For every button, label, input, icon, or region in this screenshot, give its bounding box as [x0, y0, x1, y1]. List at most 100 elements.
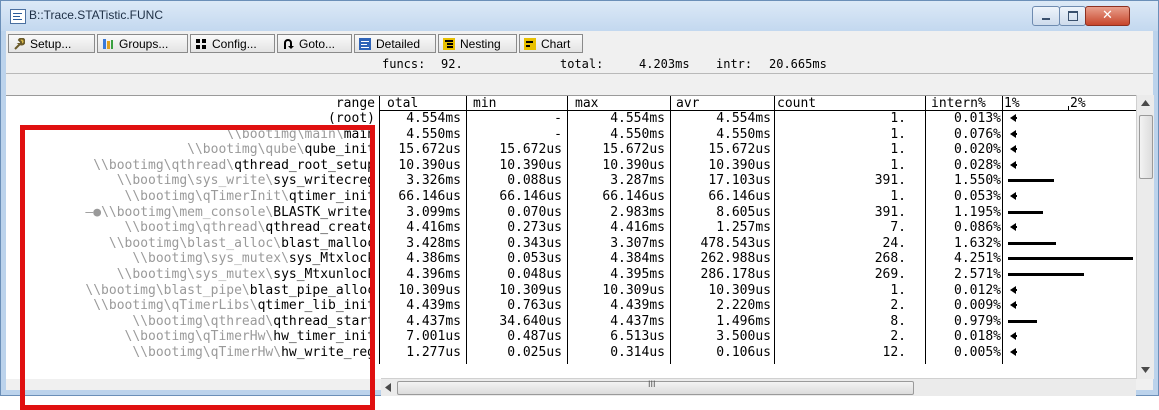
horizontal-scrollbar[interactable]: III [381, 378, 1136, 396]
column-divider[interactable] [1002, 96, 1003, 364]
minimize-button[interactable] [1032, 6, 1060, 26]
horizontal-scroll-thumb[interactable]: III [397, 379, 914, 395]
min-cell: 34.640us [499, 313, 562, 329]
total-cell: 66.146us [398, 189, 461, 204]
total-cell: 3.428ms [406, 235, 461, 251]
column-header-min[interactable]: min [473, 96, 496, 111]
min-cell: 0.070us [507, 204, 562, 220]
max-cell: 2.983ms [610, 204, 665, 220]
column-divider[interactable] [567, 96, 568, 364]
column-header-max[interactable]: max [575, 96, 598, 111]
avr-cell: 262.988us [700, 251, 771, 267]
count-cell: 268. [874, 251, 906, 267]
scroll-down-icon[interactable] [1141, 367, 1150, 373]
total-cell: 4.439ms [406, 298, 461, 314]
intern-arrow-stem [1013, 351, 1017, 353]
intern-arrow-stem [1013, 163, 1017, 166]
intern-bar [1008, 257, 1134, 261]
intern-cell: 0.086% [954, 220, 1001, 236]
chart-label: Chart [541, 37, 571, 51]
column-header-avr[interactable]: avr [676, 96, 699, 111]
max-cell: 4.439ms [610, 298, 665, 314]
max-cell: 4.437ms [610, 313, 665, 329]
trace-statistic-window: B::Trace.STATistic.FUNC ✕ Setup... Group… [0, 0, 1159, 410]
column-divider[interactable] [466, 96, 467, 364]
total-cell: 1.277us [406, 345, 461, 360]
setup-label: Setup... [30, 37, 72, 51]
scale-tick [1068, 106, 1069, 111]
intern-cell: 0.013% [954, 111, 1001, 126]
vertical-scrollbar[interactable] [1136, 95, 1154, 379]
config-label: Config... [212, 37, 257, 51]
intern-arrow-stem [1013, 304, 1017, 307]
column-header-total[interactable]: otal [387, 96, 418, 111]
column-divider[interactable] [925, 96, 926, 364]
min-cell: 0.048us [507, 267, 562, 282]
groups-button[interactable]: Groups... [97, 34, 188, 53]
min-cell: 10.390us [499, 157, 562, 173]
goto-label: Goto... [299, 37, 336, 51]
detailed-button[interactable]: Detailed [354, 34, 436, 53]
total-cell: 4.550ms [406, 126, 461, 142]
close-button[interactable]: ✕ [1085, 6, 1130, 26]
avr-cell: 17.103us [708, 173, 771, 189]
config-button[interactable]: Config... [190, 34, 275, 53]
intern-bar [1008, 241, 1057, 245]
toolbar: Setup... Groups... Config... Goto... Det… [6, 31, 1153, 57]
total-cell: 7.001us [406, 329, 461, 345]
column-divider[interactable] [379, 96, 380, 364]
total-cell: 4.437ms [406, 313, 461, 329]
count-cell: 1. [890, 142, 906, 158]
count-cell: 24. [882, 235, 906, 251]
max-cell: 4.550ms [610, 126, 665, 142]
scroll-left-icon[interactable] [385, 383, 391, 392]
title-bar[interactable]: B::Trace.STATistic.FUNC ✕ [1, 1, 1158, 31]
intr-value: 20.665ms [769, 57, 827, 71]
max-cell: 10.309us [602, 282, 665, 298]
avr-cell: 4.550ms [716, 126, 771, 142]
total-cell: 10.309us [398, 282, 461, 298]
goto-button[interactable]: Goto... [277, 34, 352, 53]
intern-cell: 1.195% [954, 204, 1001, 220]
count-cell: 1. [890, 126, 906, 142]
chart-icon [524, 38, 536, 50]
total-cell: 4.554ms [406, 111, 461, 126]
intern-cell: 1.632% [954, 235, 1001, 251]
column-divider[interactable] [670, 96, 671, 364]
intern-cell: 2.571% [954, 267, 1001, 282]
scroll-up-icon[interactable] [1141, 100, 1150, 106]
groups-icon [103, 39, 113, 49]
intern-bar [1008, 319, 1037, 323]
groups-label: Groups... [119, 37, 169, 51]
vertical-scroll-thumb[interactable] [1139, 115, 1153, 179]
total-cell: 3.326ms [406, 173, 461, 189]
nesting-button[interactable]: Nesting [438, 34, 517, 53]
avr-cell: 2.220ms [716, 298, 771, 314]
setup-button[interactable]: Setup... [8, 34, 95, 53]
min-cell: 0.088us [507, 173, 562, 189]
chart-button[interactable]: Chart [519, 34, 583, 53]
max-cell: 3.307ms [610, 235, 665, 251]
window-client-area: Setup... Groups... Config... Goto... Det… [6, 31, 1154, 410]
intern-cell: 0.020% [954, 142, 1001, 158]
intern-cell: 0.028% [954, 157, 1001, 173]
column-header-range[interactable]: range [6, 96, 375, 111]
scroll-grip-icon: III [648, 379, 656, 389]
column-divider[interactable] [774, 96, 775, 364]
avr-cell: 15.672us [708, 142, 771, 158]
column-header-intern[interactable]: intern% [931, 96, 986, 111]
max-cell: 4.384ms [610, 251, 665, 267]
table-row[interactable]: (root) 4.554ms - 4.554ms 4.554ms 1. 0.013% [6, 111, 1136, 126]
header-underline [379, 110, 1136, 111]
avr-cell: 4.554ms [716, 111, 771, 126]
function-name: (root) [328, 111, 375, 126]
min-cell: 0.053us [507, 251, 562, 267]
min-cell: 66.146us [499, 189, 562, 204]
highlight-box [20, 125, 375, 410]
intern-cell: 0.018% [954, 329, 1001, 345]
intern-bar [1008, 179, 1054, 183]
intern-arrow-stem [1013, 195, 1017, 197]
avr-cell: 1.257ms [716, 220, 771, 236]
maximize-button[interactable] [1059, 6, 1086, 26]
column-header-count[interactable]: count [777, 96, 816, 111]
